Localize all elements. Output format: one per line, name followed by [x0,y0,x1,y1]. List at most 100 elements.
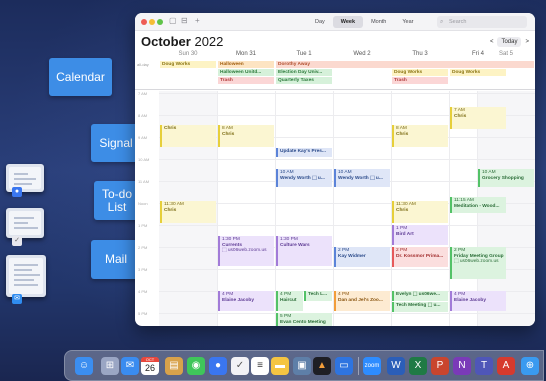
day-header[interactable]: Tue 1 [275,51,333,57]
launchpad-icon[interactable]: ⊞ [101,357,119,375]
calendar-event[interactable]: 4 PM Elaine Jacoby [450,291,506,311]
tab-week[interactable]: Week [332,16,364,28]
calendar-event[interactable]: 5 PM Evan Cento Meeting [276,313,332,326]
calendar-event[interactable]: Update Kay's Pres... [276,148,332,157]
calendar-event[interactable]: 4 PM Dan and Jel's Zoo... [334,291,390,311]
tab-year[interactable]: Year [394,16,421,28]
all-day-event[interactable]: Trash [218,77,274,84]
calendar-event[interactable]: 8 AM Chris [392,125,448,147]
all-day-event[interactable]: Halloween [218,61,274,68]
zoom-button[interactable] [157,19,163,25]
calendar-event[interactable]: 10 AM Wendy Worth ⬚ u... [334,169,390,187]
mail-icon: ✉ [12,294,22,304]
finder-icon[interactable]: ☺ [75,357,93,375]
calendar-event[interactable]: 2 PM Dr. Kossmor Prima... [392,247,448,267]
files-icon[interactable]: ▬ [271,357,289,375]
page-title: October 2022 [141,34,224,49]
calendar-event[interactable]: 8 AM Chris [218,125,274,147]
all-day-label: all-day [137,62,149,67]
reminders-icon[interactable]: ✓ [231,357,249,375]
all-day-event[interactable]: Quarterly Taxes [276,77,332,84]
all-day-event[interactable]: Doug Works [450,69,506,76]
all-day-event[interactable]: Trash [392,77,448,84]
onenote-icon[interactable]: N [453,357,471,375]
desktop: { "toolbar": { "add_label": "+", "views"… [0,0,546,381]
safari-icon[interactable]: ⊕ [521,357,539,375]
todo-dock-icon[interactable]: ≡ [251,357,269,375]
todo-list-callout: To-do List [94,181,140,220]
calendar-event[interactable]: 4 PM Elaine Jacoby [218,291,274,311]
hour-label: 7 AM [138,91,148,96]
calendar-event[interactable]: 11:30 AM Chris [392,201,448,223]
all-day-event[interactable]: Doug Works [160,61,216,68]
calendar-event[interactable]: Evelyn ⬚ us06we... [392,291,448,301]
close-button[interactable] [141,19,147,25]
calendar-event[interactable]: 11:15 AM Meditation - Wood... [450,197,506,213]
word-icon[interactable]: W [387,357,405,375]
all-day-event[interactable]: Doug Works [392,69,448,76]
calendar-toolbar: ▢ ⊟ + Day Week Month Year ⌕ Search [135,13,535,31]
minimize-button[interactable] [149,19,155,25]
calendar-event[interactable]: 11:30 AM Chris [160,201,216,223]
day-header[interactable]: Sat 5 [477,51,535,57]
calendar-event[interactable]: 10 AM Grocery Shopping [478,169,534,187]
calendar-event[interactable]: 4 PM Haircut [276,291,303,311]
calendar-event[interactable]: 2 PM Friday Meeting Group ⬚ us06web.zoom.u… [450,247,506,279]
calendar-dock-icon[interactable]: OCT 26 [141,357,159,375]
mail-callout: Mail [91,240,141,279]
notes-icon[interactable]: ▤ [165,357,183,375]
calendar-event[interactable]: Tech L... [304,291,332,301]
day-header[interactable]: Mon 31 [217,51,275,57]
zoom-icon[interactable]: zoom [363,357,381,375]
calendar-event[interactable]: 2 PM Kay Widmer [334,247,390,267]
tab-day[interactable]: Day [307,16,333,28]
preview-icon[interactable]: ▣ [293,357,311,375]
acrobat-icon[interactable]: A [497,357,515,375]
all-day-event[interactable]: Dorothy Away [276,61,534,68]
view-switcher: Day Week Month Year [307,16,421,28]
signal-dock-icon[interactable]: ● [209,357,227,375]
hour-label: 2 PM [138,245,148,250]
calendar-event[interactable]: 10 AM Wendy Worth ⬚ u... [276,169,332,187]
hour-label: 11 AM [138,179,150,184]
all-day-event[interactable]: Halloween Unitd... [218,69,274,76]
powerpoint-icon[interactable]: P [431,357,449,375]
day-header[interactable]: Wed 2 [333,51,391,57]
hour-line [159,159,535,160]
calendar-event[interactable]: 1 PM Bird Art [392,225,448,245]
calendar-event[interactable]: Tech Meeting ⬚ u... [392,302,448,312]
all-day-event[interactable]: Election Day Univ... [276,69,332,76]
todo-list-thumbnail[interactable] [6,208,44,238]
inbox-icon[interactable]: ⊟ [181,16,188,25]
teams-icon[interactable]: T [475,357,493,375]
day-header[interactable]: Sun 30 [159,51,217,57]
excel-icon[interactable]: X [409,357,427,375]
vlc-icon[interactable]: ▲ [313,357,331,375]
previous-week-button[interactable]: < [490,37,494,47]
signal-callout: Signal [91,124,141,162]
today-button[interactable]: Today [497,37,522,47]
messages-icon[interactable]: ◉ [187,357,205,375]
day-headers: Sun 30 Mon 31 Tue 1 Wed 2 Thu 3 Fri 4 Sa… [135,51,535,60]
calendar-callout: Calendar [49,58,112,96]
all-day-row: all-day Doug Works Halloween Halloween U… [135,60,535,90]
calendar-event[interactable]: Chris [160,125,216,147]
day-header[interactable]: Thu 3 [391,51,449,57]
calendars-sidebar-icon[interactable]: ▢ [169,16,177,25]
todo-icon: ✓ [12,236,22,246]
search-input[interactable]: ⌕ Search [437,16,527,28]
next-week-button[interactable]: > [525,37,529,47]
tab-month[interactable]: Month [363,16,394,28]
calendar-event[interactable]: 1:30 PM Currents ⬚ us06web.zoom.us [218,236,274,266]
hour-line [159,93,535,94]
add-event-button[interactable]: + [195,16,200,25]
calendar-event[interactable]: 7 AM Chris [450,107,506,129]
mail-dock-icon[interactable]: ✉ [121,357,139,375]
hour-label: 3 PM [138,267,148,272]
date-navigation: < Today > [490,37,529,47]
hour-label: 1 PM [138,223,148,228]
calendar-event[interactable]: 1:30 PM Culture Wars [276,236,332,266]
mail-thumbnail[interactable] [6,255,46,297]
dock: ☺ ⊞ ✉ OCT 26 ▤ ◉ ● ✓ ≡ ▬ ▣ ▲ ▭ zoom W X … [64,350,544,381]
app-icon[interactable]: ▭ [335,357,353,375]
